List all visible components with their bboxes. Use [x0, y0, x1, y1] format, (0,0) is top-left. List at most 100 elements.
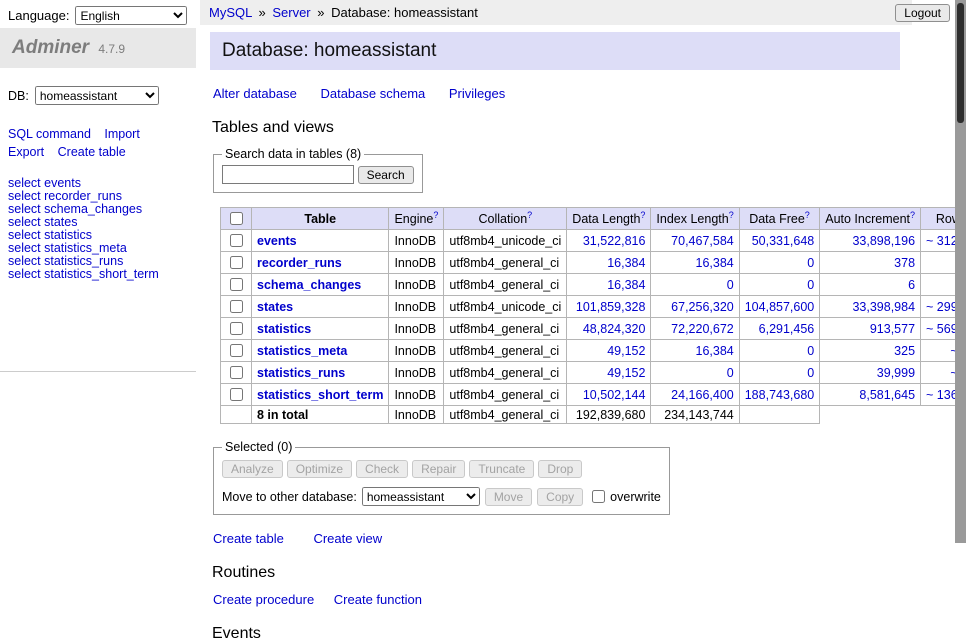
privileges-link[interactable]: Privileges	[449, 86, 505, 101]
data-length-link[interactable]: 31,522,816	[567, 230, 651, 252]
data-free-link[interactable]: 0	[739, 274, 820, 296]
language-select[interactable]: English	[75, 6, 187, 25]
selected-action-button[interactable]: Repair	[412, 460, 465, 478]
data-length-link[interactable]: 16,384	[567, 274, 651, 296]
create-view-link[interactable]: Create view	[313, 531, 382, 546]
footer-engine-cell: InnoDB	[389, 406, 444, 424]
row-checkbox[interactable]	[230, 388, 243, 401]
page-title: Database: homeassistant	[210, 32, 900, 70]
sidebar-action-link[interactable]: SQL command	[8, 127, 91, 141]
move-database-select[interactable]: homeassistant	[362, 487, 480, 506]
sidebar-action-link[interactable]: Import	[104, 127, 139, 141]
column-header[interactable]: Data Free?	[739, 208, 820, 230]
sidebar-select-table-link[interactable]: select statistics_short_term	[8, 268, 188, 281]
row-checkbox[interactable]	[230, 322, 243, 335]
index-length-link[interactable]: 72,220,672	[651, 318, 739, 340]
selected-action-button[interactable]: Analyze	[222, 460, 283, 478]
data-free-link[interactable]: 6,291,456	[739, 318, 820, 340]
adminer-brand-link[interactable]: Adminer	[12, 37, 89, 58]
data-free-link[interactable]: 0	[739, 252, 820, 274]
index-length-link[interactable]: 70,467,584	[651, 230, 739, 252]
column-header[interactable]: Auto Increment?	[820, 208, 921, 230]
column-header[interactable]: Engine?	[389, 208, 444, 230]
row-checkbox[interactable]	[230, 278, 243, 291]
column-header[interactable]: Data Length?	[567, 208, 651, 230]
row-checkbox[interactable]	[230, 366, 243, 379]
auto-increment-link[interactable]: 6	[820, 274, 921, 296]
data-length-link[interactable]: 101,859,328	[567, 296, 651, 318]
auto-increment-link[interactable]: 8,581,645	[820, 384, 921, 406]
data-free-link[interactable]: 0	[739, 362, 820, 384]
breadcrumb-server-link[interactable]: Server	[272, 5, 310, 20]
table-name-link[interactable]: statistics_short_term	[257, 388, 383, 402]
adminer-version[interactable]: 4.7.9	[98, 42, 125, 56]
auto-increment-link[interactable]: 325	[820, 340, 921, 362]
select-all-checkbox[interactable]	[230, 212, 243, 225]
table-name-cell: events	[252, 230, 389, 252]
column-help-link[interactable]: ?	[729, 210, 734, 220]
engine-cell: InnoDB	[389, 340, 444, 362]
search-button[interactable]: Search	[358, 166, 414, 184]
breadcrumb-mysql-link[interactable]: MySQL	[209, 5, 252, 20]
row-checkbox[interactable]	[230, 344, 243, 357]
row-checkbox[interactable]	[230, 256, 243, 269]
index-length-link[interactable]: 16,384	[651, 340, 739, 362]
auto-increment-link[interactable]: 378	[820, 252, 921, 274]
column-help-link[interactable]: ?	[433, 210, 438, 220]
table-name-link[interactable]: states	[257, 300, 293, 314]
db-select[interactable]: homeassistant	[35, 86, 159, 105]
data-length-link[interactable]: 49,152	[567, 340, 651, 362]
selected-action-button[interactable]: Drop	[538, 460, 582, 478]
column-header[interactable]: Collation?	[444, 208, 567, 230]
data-free-link[interactable]: 0	[739, 340, 820, 362]
copy-button[interactable]: Copy	[537, 488, 583, 506]
data-length-link[interactable]: 16,384	[567, 252, 651, 274]
auto-increment-link[interactable]: 33,398,984	[820, 296, 921, 318]
column-header[interactable]: Table	[252, 208, 389, 230]
alter-database-link[interactable]: Alter database	[213, 86, 297, 101]
create-procedure-link[interactable]: Create procedure	[213, 592, 314, 607]
data-length-link[interactable]: 49,152	[567, 362, 651, 384]
vertical-scrollbar[interactable]	[955, 0, 966, 543]
create-function-link[interactable]: Create function	[334, 592, 422, 607]
breadcrumb-current: Database: homeassistant	[331, 5, 478, 20]
index-length-link[interactable]: 24,166,400	[651, 384, 739, 406]
auto-increment-link[interactable]: 913,577	[820, 318, 921, 340]
search-input[interactable]	[222, 165, 354, 184]
logout-button[interactable]: Logout	[895, 4, 950, 22]
table-name-link[interactable]: statistics	[257, 322, 311, 336]
auto-increment-link[interactable]: 33,898,196	[820, 230, 921, 252]
table-name-link[interactable]: recorder_runs	[257, 256, 342, 270]
column-header[interactable]: Index Length?	[651, 208, 739, 230]
move-button[interactable]: Move	[485, 488, 532, 506]
database-schema-link[interactable]: Database schema	[320, 86, 425, 101]
sidebar-action-link[interactable]: Create table	[58, 145, 126, 159]
data-free-link[interactable]: 50,331,648	[739, 230, 820, 252]
index-length-link[interactable]: 0	[651, 274, 739, 296]
overwrite-checkbox[interactable]	[592, 490, 605, 503]
table-name-link[interactable]: schema_changes	[257, 278, 361, 292]
column-help-link[interactable]: ?	[640, 210, 645, 220]
column-help-link[interactable]: ?	[805, 210, 810, 220]
selected-action-button[interactable]: Optimize	[287, 460, 352, 478]
column-help-link[interactable]: ?	[910, 210, 915, 220]
table-name-link[interactable]: statistics_runs	[257, 366, 345, 380]
scrollbar-thumb[interactable]	[957, 3, 964, 123]
column-help-link[interactable]: ?	[527, 210, 532, 220]
selected-action-button[interactable]: Check	[356, 460, 408, 478]
index-length-link[interactable]: 16,384	[651, 252, 739, 274]
data-length-link[interactable]: 48,824,320	[567, 318, 651, 340]
index-length-link[interactable]: 0	[651, 362, 739, 384]
index-length-link[interactable]: 67,256,320	[651, 296, 739, 318]
row-checkbox[interactable]	[230, 234, 243, 247]
table-name-link[interactable]: statistics_meta	[257, 344, 347, 358]
auto-increment-link[interactable]: 39,999	[820, 362, 921, 384]
data-length-link[interactable]: 10,502,144	[567, 384, 651, 406]
selected-action-button[interactable]: Truncate	[469, 460, 534, 478]
sidebar-action-link[interactable]: Export	[8, 145, 44, 159]
data-free-link[interactable]: 188,743,680	[739, 384, 820, 406]
data-free-link[interactable]: 104,857,600	[739, 296, 820, 318]
create-table-link[interactable]: Create table	[213, 531, 284, 546]
table-name-link[interactable]: events	[257, 234, 297, 248]
row-checkbox[interactable]	[230, 300, 243, 313]
